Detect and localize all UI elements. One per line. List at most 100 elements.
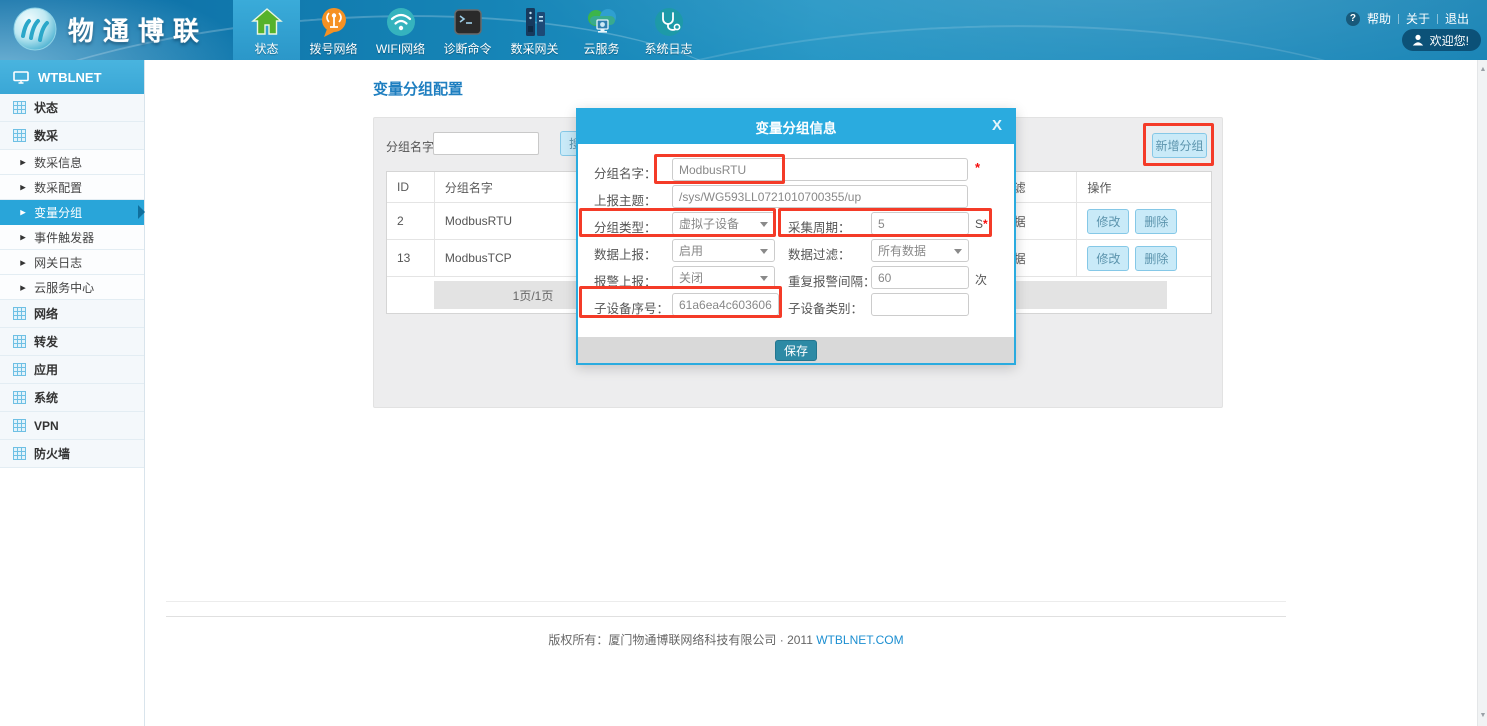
sidebar-item-daq[interactable]: 数采 [0,122,144,150]
period-input[interactable] [871,212,969,235]
welcome-button[interactable]: 欢迎您! [1402,29,1481,51]
chevron-down-icon [760,276,768,281]
sidebar-item-label: 转发 [34,333,58,350]
sub-device-type-input[interactable] [871,293,969,316]
sidebar-item-daq-info[interactable]: ▶ 数采信息 [0,150,144,175]
sidebar-item-event-trigger[interactable]: ▶ 事件触发器 [0,225,144,250]
gateway-icon [519,4,551,40]
sidebar-item-label: 事件触发器 [34,229,94,246]
cloud-icon [584,4,620,40]
edit-button[interactable]: 修改 [1087,246,1129,271]
search-input[interactable] [433,132,539,155]
footer-divider [166,601,1286,602]
sidebar-item-vpn[interactable]: VPN [0,412,144,440]
edit-button[interactable]: 修改 [1087,209,1129,234]
triangle-bullet-icon: ▶ [20,208,26,216]
top-links: ? 帮助 关于 退出 [1346,10,1469,27]
sub-device-type-label: 子设备类别： [788,298,863,317]
grid-icon [13,447,26,460]
sidebar-item-status[interactable]: 状态 [0,94,144,122]
sidebar-item-variable-group[interactable]: ▶ 变量分组 [0,200,144,225]
syslog-icon [653,4,685,40]
copyright-text: 版权所有：厦门物通博联网络科技有限公司 · 2011 [548,633,816,647]
field-row-type-period: 分组类型： 虚拟子设备 采集周期： S* [578,211,1014,238]
nav-tab-dial-network[interactable]: 拨号网络 [300,0,367,60]
scroll-up-icon[interactable]: ▲ [1479,66,1487,74]
topic-input[interactable] [672,185,968,208]
nav-label: 拨号网络 [309,42,357,56]
close-icon[interactable]: X [992,117,1002,134]
nav-label: WIFI网络 [376,42,425,56]
scrollbar[interactable]: ▲ ▼ [1477,60,1487,726]
monitor-icon [13,71,29,84]
col-header-id: ID [387,172,434,202]
sidebar-item-label: 防火墙 [34,445,70,462]
triangle-bullet-icon: ▶ [20,283,26,291]
welcome-label: 欢迎您! [1430,32,1469,49]
nav-label: 云服务 [583,42,619,56]
terminal-icon [452,4,484,40]
sidebar-brand-label: WTBLNET [38,70,102,85]
nav-tab-wifi-network[interactable]: WIFI网络 [367,0,434,60]
group-name-input[interactable] [672,158,968,181]
sidebar-item-network[interactable]: 网络 [0,300,144,328]
field-row-alarm: 报警上报： 关闭 重复报警间隔： 次 [578,265,1014,292]
grid-icon [13,363,26,376]
nav-tab-diagnostic-command[interactable]: 诊断命令 [434,0,501,60]
data-report-select[interactable]: 启用 [672,239,775,262]
logout-link[interactable]: 退出 [1445,10,1469,27]
sidebar-item-label: 系统 [34,389,58,406]
page-title: 变量分组配置 [373,78,463,99]
sidebar-item-forward[interactable]: 转发 [0,328,144,356]
nav-label: 数采网关 [510,42,558,56]
sidebar-item-label: 数采 [34,127,58,144]
chevron-down-icon [760,222,768,227]
sidebar-item-daq-config[interactable]: ▶ 数采配置 [0,175,144,200]
sidebar-item-firewall[interactable]: 防火墙 [0,440,144,468]
sidebar-item-label: 网络 [34,305,58,322]
nav-tab-daq-gateway[interactable]: 数采网关 [501,0,568,60]
group-type-label: 分组类型： [594,217,657,236]
copyright-link[interactable]: WTBLNET.COM [816,633,903,647]
sub-device-sn-input[interactable] [672,293,779,316]
wifi-icon [385,4,417,40]
field-row-report-filter: 数据上报： 启用 数据过滤： 所有数据 [578,238,1014,265]
required-mark: * [975,160,980,175]
add-group-button[interactable]: 新增分组 [1152,133,1207,158]
grid-icon [13,101,26,114]
alarm-interval-label: 重复报警间隔： [788,271,876,290]
data-filter-select[interactable]: 所有数据 [871,239,969,262]
alarm-interval-input[interactable] [871,266,969,289]
help-link[interactable]: 帮助 [1367,10,1391,27]
group-name-label: 分组名字： [594,163,657,182]
sidebar-item-gateway-log[interactable]: ▶ 网关日志 [0,250,144,275]
nav-tab-status[interactable]: 状态 [233,0,300,60]
grid-icon [13,335,26,348]
sidebar-item-system[interactable]: 系统 [0,384,144,412]
nav-tab-cloud-service[interactable]: 云服务 [568,0,635,60]
group-type-select[interactable]: 虚拟子设备 [672,212,775,235]
sidebar-item-cloud-center[interactable]: ▶ 云服务中心 [0,275,144,300]
topic-label: 上报主题： [594,190,657,209]
field-row-subdevice: 子设备序号： 子设备类别： [578,292,1014,319]
delete-button[interactable]: 删除 [1135,246,1177,271]
sidebar: WTBLNET 状态 数采 ▶ 数采信息 ▶ 数采配置 ▶ 变量分组 ▶ 事件触… [0,60,145,726]
save-button[interactable]: 保存 [775,340,817,361]
cell-actions: 修改 删除 [1076,240,1211,276]
col-header-actions: 操作 [1076,172,1211,202]
nav-label: 诊断命令 [443,42,491,56]
delete-button[interactable]: 删除 [1135,209,1177,234]
scroll-down-icon[interactable]: ▼ [1479,712,1487,720]
alarm-report-select[interactable]: 关闭 [672,266,775,289]
alarm-report-value: 关闭 [679,269,703,286]
grid-icon [13,391,26,404]
sidebar-item-application[interactable]: 应用 [0,356,144,384]
about-link[interactable]: 关于 [1406,10,1430,27]
field-row-group-name: 分组名字： * [578,157,1014,184]
variable-group-dialog: 变量分组信息 X 分组名字： * 上报主题： 分组类型： 虚拟子设备 采集周期：… [576,108,1016,365]
nav-tab-system-log[interactable]: 系统日志 [635,0,702,60]
triangle-bullet-icon: ▶ [20,183,26,191]
required-mark: * [983,217,988,231]
data-filter-label: 数据过滤： [788,244,851,263]
cell-id: 2 [387,203,434,239]
